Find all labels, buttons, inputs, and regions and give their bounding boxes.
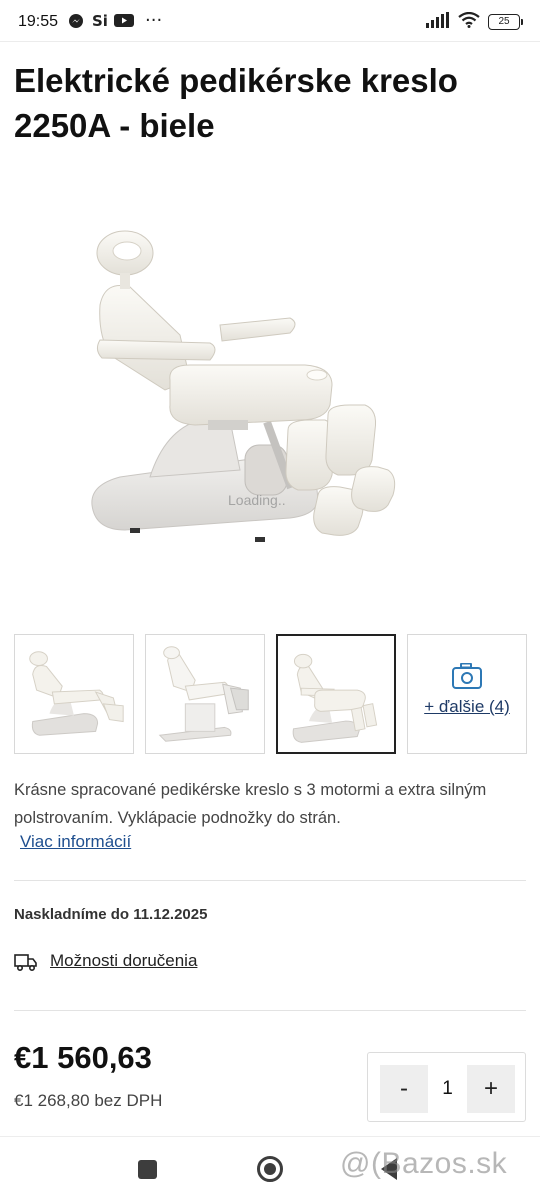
watermark: @(Bazos.sk (340, 1147, 508, 1180)
thumbnail-1[interactable] (14, 634, 134, 754)
delivery-options-link[interactable]: Možnosti doručenia (50, 951, 197, 971)
thumbnail-3-selected[interactable] (276, 634, 396, 754)
signal-icon (426, 12, 450, 32)
youtube-icon (114, 13, 134, 32)
quantity-decrease-button[interactable]: - (380, 1065, 428, 1113)
product-description: Krásne spracované pedikérske kreslo s 3 … (14, 781, 487, 827)
more-photos-label[interactable]: + ďalšie (4) (408, 697, 526, 717)
thumbnail-chair-image (29, 651, 124, 736)
more-info-link[interactable]: Viac informácií (20, 832, 131, 852)
battery-icon: 25 (488, 14, 523, 30)
price-without-vat: €1 268,80 bez DPH (14, 1091, 163, 1110)
messenger-icon (68, 13, 84, 33)
price: €1 560,63 (14, 1040, 152, 1075)
camera-icon (452, 663, 482, 689)
status-time: 19:55 (18, 13, 59, 30)
loading-overlay-text: Loading.. (228, 492, 286, 508)
thumbnail-2[interactable] (145, 634, 265, 754)
truck-icon (14, 952, 38, 976)
status-right: 25 (426, 11, 523, 32)
wifi-icon (458, 11, 480, 32)
thumbnail-more[interactable]: + ďalšie (4) (407, 634, 527, 754)
more-dots-icon: ··· (145, 10, 163, 31)
divider (14, 880, 526, 881)
divider (14, 1010, 526, 1011)
thumbnail-chair-image (158, 646, 249, 742)
quantity-increase-button[interactable]: + (467, 1065, 515, 1113)
status-bar: 19:55 Si ··· 25 (0, 0, 540, 42)
si-icon: Si (92, 12, 108, 30)
quantity-stepper: - + (367, 1052, 526, 1122)
stock-note: Naskladníme do 11.12.2025 (14, 906, 208, 923)
thumbnail-chair-image (292, 653, 378, 743)
quantity-input[interactable] (428, 1065, 467, 1113)
recent-apps-button[interactable] (138, 1160, 157, 1179)
page-title: Elektrické pedikérske kreslo 2250A - bie… (14, 62, 458, 144)
home-button[interactable] (257, 1156, 283, 1182)
